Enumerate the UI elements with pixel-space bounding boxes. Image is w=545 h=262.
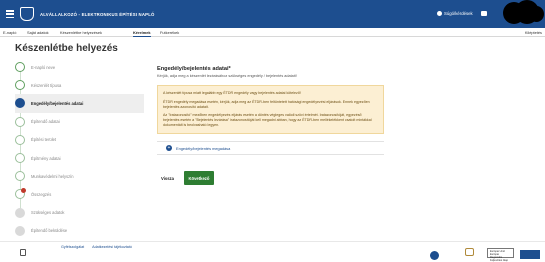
top-bar: ALVÁLLALKOZÓ - ELEKTRONIKUS ÉPÍTÉSI NAPL… (0, 0, 545, 28)
step-pending-icon (15, 171, 25, 182)
step-engedely-adatai[interactable]: Engedély/bejelentés adatai (15, 94, 144, 113)
back-button[interactable]: Vissza (157, 173, 178, 184)
menu-icon[interactable] (6, 10, 14, 18)
step-done-icon (15, 62, 25, 73)
step-label: Építendő adatai (31, 119, 60, 125)
error-dot-icon (21, 188, 26, 194)
tab-e-naplo[interactable]: E-napló (3, 30, 16, 35)
step-keszenlet-tipusa[interactable]: Készenlét típusa (15, 76, 141, 94)
footer-link-support[interactable]: Gyfélszolgálat (61, 245, 84, 249)
footer-logo-icon (20, 249, 26, 256)
step-label: Összegzés (31, 191, 52, 197)
page-title: Készenlétbe helyezés (15, 43, 118, 54)
step-pending-icon (15, 116, 25, 127)
warning-text: Az "Iratazonosító" mezőben engedélyezés … (163, 113, 372, 127)
step-label: Készenlét típusa (31, 82, 62, 88)
plus-icon: + (166, 145, 172, 151)
step-label: Építmény adatai (31, 155, 61, 161)
eu-funding-label: Európai Unió Európai Regionális Fejleszt… (487, 248, 514, 262)
stepper: E-napló neve Készenlét típusa Engedély/b… (15, 58, 144, 240)
help-link[interactable]: Súgó/kérdések (437, 11, 473, 16)
step-szukseges-adatok: Szükséges adatok (15, 204, 141, 222)
add-permit-label: Engedély/bejelentés megadása (176, 145, 231, 151)
warning-text: A készenlét típusa miatt legalább egy ÉT… (163, 91, 301, 95)
tab-keszenletbe-helyezesek[interactable]: Készenlétbe helyezések (60, 30, 102, 35)
step-label: Építendő beküldése (31, 228, 68, 234)
step-e-naplo-neve[interactable]: E-napló neve (15, 58, 141, 76)
tab-sajat-adatok[interactable]: Saját adatok (27, 30, 49, 35)
main-content: Engedély/bejelentés adatai* Kérjük, adja… (157, 66, 384, 155)
step-pending-icon (15, 134, 25, 145)
step-label: E-napló neve (31, 64, 56, 70)
logout-link[interactable]: Kiléptetés (525, 30, 542, 35)
section-subtitle: Kérjük, adja meg a készenlét lezárásához… (157, 74, 297, 78)
app-logo-icon[interactable] (20, 7, 34, 21)
step-active-icon (15, 98, 25, 109)
add-permit-button[interactable]: + Engedély/bejelentés megadása (157, 141, 384, 155)
step-disabled-icon (15, 225, 25, 236)
help-icon (437, 11, 442, 16)
step-done-icon (15, 80, 25, 91)
section-title: Engedély/bejelentés adatai* (157, 66, 231, 72)
tab-bar: E-napló Saját adatok Készenlétbe helyezé… (0, 28, 545, 37)
step-epitendo-bekuldese: Építendő beküldése (15, 222, 141, 240)
step-epitesi-terulet[interactable]: Építési terület (15, 131, 141, 149)
footer-link-privacy[interactable]: Adatkezelési tájékoztató (92, 245, 132, 249)
step-osszegzes[interactable]: Összegzés (15, 185, 141, 203)
tab-futkerekek[interactable]: Futkerékek (160, 30, 179, 35)
footer: Gyfélszolgálat Adatkezelési tájékoztató … (0, 241, 545, 262)
tab-kerelmek[interactable]: Kérelmek (133, 30, 151, 37)
step-epitendo-adatai[interactable]: Építendő adatai (15, 113, 141, 131)
redaction-blob (501, 0, 545, 26)
step-pending-icon (15, 153, 25, 164)
step-disabled-icon (15, 207, 25, 218)
step-error-icon (15, 188, 26, 200)
step-label: Szükséges adatok (31, 210, 65, 216)
crest-icon (465, 248, 474, 256)
help-label: Súgó/kérdések (444, 11, 473, 16)
step-epitmeny-adatai[interactable]: Építmény adatai (15, 149, 141, 167)
step-label: Munkavédelmi helyszín (31, 173, 74, 179)
footer-links: Gyfélszolgálat Adatkezelési tájékoztató (61, 245, 132, 249)
next-button[interactable]: Következő (183, 171, 214, 185)
warning-text: ÉTDR engedély megadása esetén, kérjük, a… (163, 99, 370, 109)
action-buttons: Vissza Következő (157, 171, 214, 185)
step-label: Építési terület (31, 137, 57, 143)
warning-box: A készenlét típusa miatt legalább egy ÉT… (157, 85, 384, 134)
step-label: Engedély/bejelentés adatai (31, 100, 84, 106)
app-title: ALVÁLLALKOZÓ - ELEKTRONIKUS ÉPÍTÉSI NAPL… (40, 11, 155, 17)
szechenyi-logo-icon (430, 251, 439, 260)
step-munkavedelmi-helyszin[interactable]: Munkavédelmi helyszín (15, 167, 141, 185)
user-icon[interactable] (481, 11, 487, 16)
